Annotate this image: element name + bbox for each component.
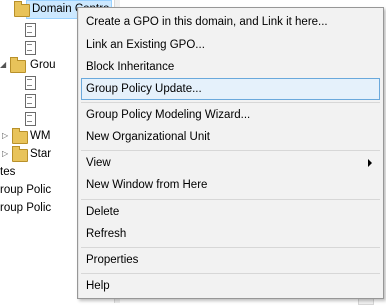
expand-arrow-icon[interactable]: ▷ <box>2 127 8 145</box>
tree-item-group-policy-results[interactable]: roup Polic <box>0 199 51 217</box>
gpo-icon[interactable] <box>25 94 36 108</box>
folder-icon <box>10 57 26 73</box>
menu-item-block-inheritance[interactable]: Block Inheritance <box>81 56 380 78</box>
tree-item-sites[interactable]: tes <box>0 163 15 181</box>
menu-item-new-window[interactable]: New Window from Here <box>81 174 380 196</box>
folder-icon <box>12 146 28 162</box>
menu-item-create-gpo[interactable]: Create a GPO in this domain, and Link it… <box>81 11 380 33</box>
tree-item-group-policy-modeling[interactable]: roup Polic <box>0 181 51 199</box>
menu-item-delete[interactable]: Delete <box>81 201 380 223</box>
folder-icon <box>14 1 30 17</box>
gpo-icon[interactable] <box>25 76 36 90</box>
menu-separator <box>81 102 380 103</box>
menu-item-view[interactable]: View <box>81 152 380 174</box>
gpo-link-icon[interactable] <box>25 23 36 37</box>
tree-item-label: Grou <box>30 59 56 71</box>
context-menu: Create a GPO in this domain, and Link it… <box>77 7 384 299</box>
menu-item-link-existing-gpo[interactable]: Link an Existing GPO... <box>81 34 380 56</box>
menu-separator <box>81 273 380 274</box>
tree-item-label: WM <box>30 130 51 142</box>
tree-item-label: Star <box>30 148 52 160</box>
menu-separator <box>81 199 380 200</box>
menu-separator <box>81 150 380 151</box>
menu-item-new-ou[interactable]: New Organizational Unit <box>81 126 380 148</box>
menu-item-refresh[interactable]: Refresh <box>81 223 380 245</box>
folder-icon <box>12 128 28 144</box>
menu-gutter <box>78 8 79 298</box>
gpo-icon[interactable] <box>25 112 36 126</box>
submenu-arrow-icon <box>368 159 372 167</box>
tree-item-label: roup Polic <box>0 184 52 196</box>
collapse-arrow-icon[interactable]: ◢ <box>0 56 6 74</box>
menu-item-modeling-wizard[interactable]: Group Policy Modeling Wizard... <box>81 104 380 126</box>
menu-item-label: View <box>86 157 111 169</box>
menu-item-help[interactable]: Help <box>81 275 380 297</box>
menu-item-group-policy-update[interactable]: Group Policy Update... <box>81 78 380 100</box>
gpo-link-icon[interactable] <box>25 41 36 55</box>
menu-separator <box>81 247 380 248</box>
menu-item-properties[interactable]: Properties <box>81 249 380 271</box>
tree-item-label: roup Polic <box>0 202 52 214</box>
tree-item-label: tes <box>0 166 16 178</box>
expand-arrow-icon[interactable]: ▷ <box>2 145 8 163</box>
